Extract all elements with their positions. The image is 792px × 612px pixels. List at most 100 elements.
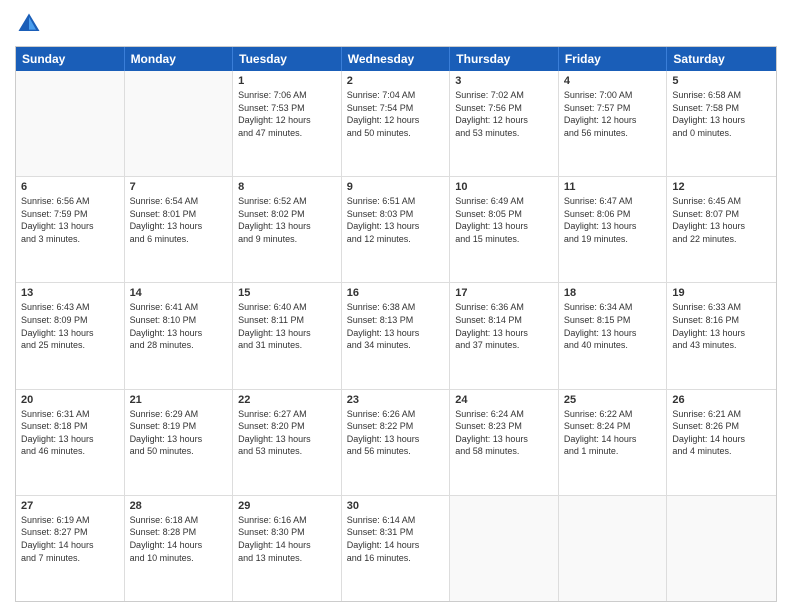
day-cell-24: 24 Sunrise: 6:24 AM Sunset: 8:23 PM Dayli…: [450, 390, 559, 495]
day-info: Sunrise: 6:45 AM Sunset: 8:07 PM Dayligh…: [672, 195, 771, 245]
empty-cell: [559, 496, 668, 601]
header-day-friday: Friday: [559, 47, 668, 71]
day-cell-26: 26Sunrise: 6:21 AM Sunset: 8:26 PM Dayli…: [667, 390, 776, 495]
day-cell-21: 21Sunrise: 6:29 AM Sunset: 8:19 PM Dayli…: [125, 390, 234, 495]
day-info: Sunrise: 6:34 AM Sunset: 8:15 PM Dayligh…: [564, 301, 662, 351]
header-day-monday: Monday: [125, 47, 234, 71]
day-number: 23: [347, 394, 445, 406]
day-cell-5: 5 Sunrise: 6:58 AM Sunset: 7:58 PM Daylig…: [667, 71, 776, 176]
logo-icon: [15, 10, 43, 38]
day-cell-7: 7 Sunrise: 6:54 AM Sunset: 8:01 PM Daylig…: [125, 177, 234, 282]
header-day-tuesday: Tuesday: [233, 47, 342, 71]
day-info: Sunrise: 6:52 AM Sunset: 8:02 PM Dayligh…: [238, 195, 336, 245]
empty-cell: [450, 496, 559, 601]
day-cell-4: 4 Sunrise: 7:00 AM Sunset: 7:57 PM Daylig…: [559, 71, 668, 176]
day-cell-1: 1Sunrise: 7:06 AM Sunset: 7:53 PM Daylig…: [233, 71, 342, 176]
day-number: 16: [347, 287, 445, 299]
day-number: 25: [564, 394, 662, 406]
day-cell-20: 20 Sunrise: 6:31 AM Sunset: 8:18 PM Dayli…: [16, 390, 125, 495]
day-number: 19: [672, 287, 771, 299]
day-info: Sunrise: 6:41 AM Sunset: 8:10 PM Dayligh…: [130, 301, 228, 351]
day-cell-11: 11Sunrise: 6:47 AM Sunset: 8:06 PM Dayli…: [559, 177, 668, 282]
day-cell-15: 15 Sunrise: 6:40 AM Sunset: 8:11 PM Dayli…: [233, 283, 342, 388]
day-number: 6: [21, 181, 119, 193]
header-day-sunday: Sunday: [16, 47, 125, 71]
day-cell-30: 30Sunrise: 6:14 AM Sunset: 8:31 PM Dayli…: [342, 496, 451, 601]
logo: [15, 10, 47, 38]
day-cell-2: 2Sunrise: 7:04 AM Sunset: 7:54 PM Daylig…: [342, 71, 451, 176]
day-info: Sunrise: 6:43 AM Sunset: 8:09 PM Dayligh…: [21, 301, 119, 351]
empty-cell: [667, 496, 776, 601]
day-info: Sunrise: 6:22 AM Sunset: 8:24 PM Dayligh…: [564, 408, 662, 458]
day-cell-6: 6 Sunrise: 6:56 AM Sunset: 7:59 PM Daylig…: [16, 177, 125, 282]
day-cell-22: 22Sunrise: 6:27 AM Sunset: 8:20 PM Dayli…: [233, 390, 342, 495]
day-info: Sunrise: 6:54 AM Sunset: 8:01 PM Dayligh…: [130, 195, 228, 245]
calendar-body: 1Sunrise: 7:06 AM Sunset: 7:53 PM Daylig…: [16, 71, 776, 601]
day-cell-28: 28Sunrise: 6:18 AM Sunset: 8:28 PM Dayli…: [125, 496, 234, 601]
page: SundayMondayTuesdayWednesdayThursdayFrid…: [0, 0, 792, 612]
day-info: Sunrise: 6:40 AM Sunset: 8:11 PM Dayligh…: [238, 301, 336, 351]
day-number: 14: [130, 287, 228, 299]
day-info: Sunrise: 6:58 AM Sunset: 7:58 PM Dayligh…: [672, 89, 771, 139]
day-cell-18: 18Sunrise: 6:34 AM Sunset: 8:15 PM Dayli…: [559, 283, 668, 388]
header-day-wednesday: Wednesday: [342, 47, 451, 71]
calendar-week-4: 20 Sunrise: 6:31 AM Sunset: 8:18 PM Dayli…: [16, 390, 776, 496]
day-number: 29: [238, 500, 336, 512]
day-info: Sunrise: 6:24 AM Sunset: 8:23 PM Dayligh…: [455, 408, 553, 458]
day-info: Sunrise: 6:31 AM Sunset: 8:18 PM Dayligh…: [21, 408, 119, 458]
empty-cell: [125, 71, 234, 176]
calendar-week-2: 6 Sunrise: 6:56 AM Sunset: 7:59 PM Daylig…: [16, 177, 776, 283]
day-cell-9: 9 Sunrise: 6:51 AM Sunset: 8:03 PM Daylig…: [342, 177, 451, 282]
day-number: 26: [672, 394, 771, 406]
day-info: Sunrise: 6:14 AM Sunset: 8:31 PM Dayligh…: [347, 514, 445, 564]
day-cell-29: 29 Sunrise: 6:16 AM Sunset: 8:30 PM Dayli…: [233, 496, 342, 601]
day-info: Sunrise: 6:56 AM Sunset: 7:59 PM Dayligh…: [21, 195, 119, 245]
day-info: Sunrise: 6:36 AM Sunset: 8:14 PM Dayligh…: [455, 301, 553, 351]
header-day-saturday: Saturday: [667, 47, 776, 71]
day-number: 15: [238, 287, 336, 299]
day-cell-10: 10 Sunrise: 6:49 AM Sunset: 8:05 PM Dayli…: [450, 177, 559, 282]
day-info: Sunrise: 7:04 AM Sunset: 7:54 PM Dayligh…: [347, 89, 445, 139]
day-number: 8: [238, 181, 336, 193]
day-info: Sunrise: 6:38 AM Sunset: 8:13 PM Dayligh…: [347, 301, 445, 351]
day-cell-14: 14 Sunrise: 6:41 AM Sunset: 8:10 PM Dayli…: [125, 283, 234, 388]
day-number: 4: [564, 75, 662, 87]
day-cell-23: 23 Sunrise: 6:26 AM Sunset: 8:22 PM Dayli…: [342, 390, 451, 495]
day-info: Sunrise: 6:18 AM Sunset: 8:28 PM Dayligh…: [130, 514, 228, 564]
header: [15, 10, 777, 38]
day-info: Sunrise: 6:33 AM Sunset: 8:16 PM Dayligh…: [672, 301, 771, 351]
day-cell-13: 13 Sunrise: 6:43 AM Sunset: 8:09 PM Dayli…: [16, 283, 125, 388]
day-info: Sunrise: 6:16 AM Sunset: 8:30 PM Dayligh…: [238, 514, 336, 564]
day-number: 27: [21, 500, 119, 512]
day-info: Sunrise: 6:26 AM Sunset: 8:22 PM Dayligh…: [347, 408, 445, 458]
day-cell-25: 25 Sunrise: 6:22 AM Sunset: 8:24 PM Dayli…: [559, 390, 668, 495]
day-info: Sunrise: 7:00 AM Sunset: 7:57 PM Dayligh…: [564, 89, 662, 139]
day-cell-17: 17 Sunrise: 6:36 AM Sunset: 8:14 PM Dayli…: [450, 283, 559, 388]
day-number: 9: [347, 181, 445, 193]
day-number: 7: [130, 181, 228, 193]
empty-cell: [16, 71, 125, 176]
day-number: 22: [238, 394, 336, 406]
day-number: 5: [672, 75, 771, 87]
day-number: 20: [21, 394, 119, 406]
day-number: 3: [455, 75, 553, 87]
day-info: Sunrise: 7:02 AM Sunset: 7:56 PM Dayligh…: [455, 89, 553, 139]
day-number: 13: [21, 287, 119, 299]
calendar-week-1: 1Sunrise: 7:06 AM Sunset: 7:53 PM Daylig…: [16, 71, 776, 177]
day-cell-27: 27Sunrise: 6:19 AM Sunset: 8:27 PM Dayli…: [16, 496, 125, 601]
day-cell-16: 16 Sunrise: 6:38 AM Sunset: 8:13 PM Dayli…: [342, 283, 451, 388]
day-cell-12: 12 Sunrise: 6:45 AM Sunset: 8:07 PM Dayli…: [667, 177, 776, 282]
day-cell-3: 3 Sunrise: 7:02 AM Sunset: 7:56 PM Daylig…: [450, 71, 559, 176]
day-number: 24: [455, 394, 553, 406]
day-info: Sunrise: 6:51 AM Sunset: 8:03 PM Dayligh…: [347, 195, 445, 245]
day-cell-8: 8 Sunrise: 6:52 AM Sunset: 8:02 PM Daylig…: [233, 177, 342, 282]
day-info: Sunrise: 6:49 AM Sunset: 8:05 PM Dayligh…: [455, 195, 553, 245]
day-info: Sunrise: 6:47 AM Sunset: 8:06 PM Dayligh…: [564, 195, 662, 245]
day-number: 10: [455, 181, 553, 193]
day-number: 21: [130, 394, 228, 406]
day-number: 17: [455, 287, 553, 299]
calendar-header-row: SundayMondayTuesdayWednesdayThursdayFrid…: [16, 47, 776, 71]
day-number: 12: [672, 181, 771, 193]
calendar: SundayMondayTuesdayWednesdayThursdayFrid…: [15, 46, 777, 602]
calendar-week-5: 27Sunrise: 6:19 AM Sunset: 8:27 PM Dayli…: [16, 496, 776, 601]
